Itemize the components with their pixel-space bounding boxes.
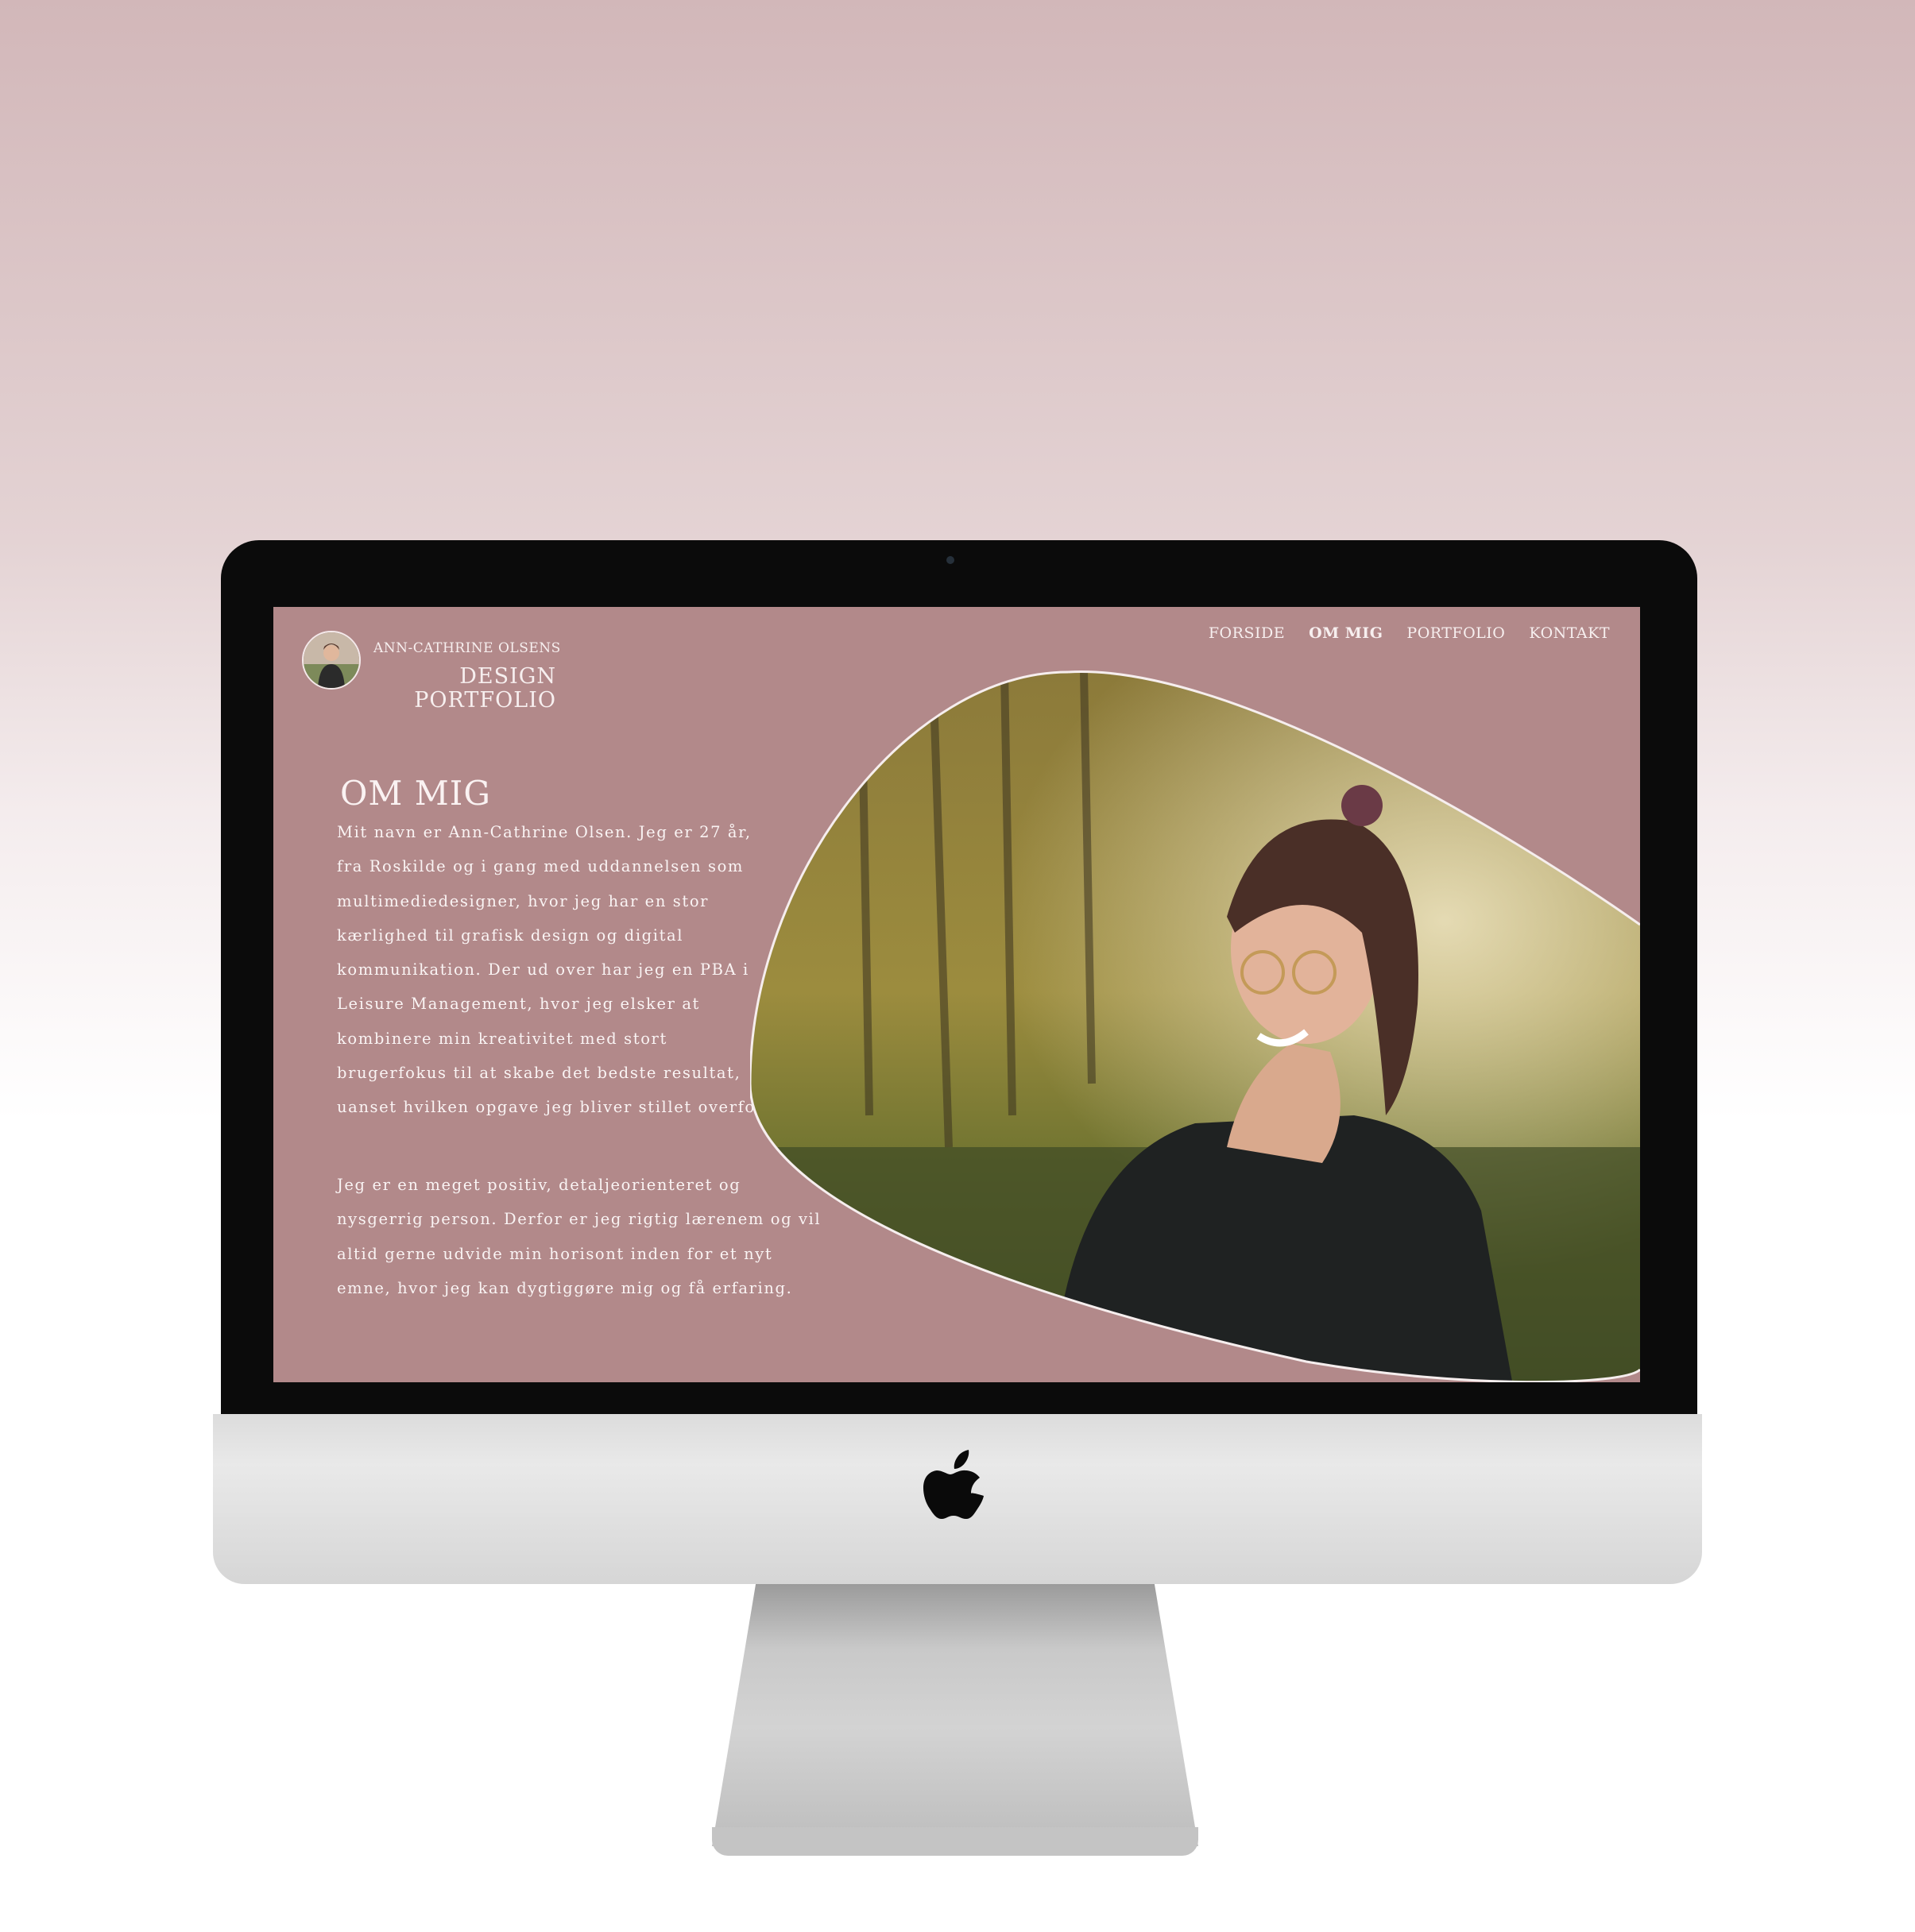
monitor-stand-base — [712, 1827, 1198, 1856]
nav-item-om-mig[interactable]: OM MIG — [1309, 624, 1383, 642]
brand-line-design: DESIGN — [459, 664, 556, 689]
imac-mockup: ANN-CATHRINE OLSENS DESIGN PORTFOLIO FOR… — [0, 0, 1915, 1932]
avatar — [302, 631, 361, 690]
page-title: OM MIG — [340, 774, 491, 813]
nav-item-kontakt[interactable]: KONTAKT — [1529, 624, 1610, 642]
portrait-photo — [750, 670, 1640, 1382]
website-screen: ANN-CATHRINE OLSENS DESIGN PORTFOLIO FOR… — [273, 607, 1640, 1382]
main-nav: FORSIDE OM MIG PORTFOLIO KONTAKT — [1209, 624, 1610, 642]
apple-logo-icon — [923, 1450, 984, 1519]
nav-item-portfolio[interactable]: PORTFOLIO — [1406, 624, 1505, 642]
brand-name: ANN-CATHRINE OLSENS — [373, 640, 561, 656]
avatar-photo-icon — [304, 632, 359, 688]
about-paragraph-1: Mit navn er Ann-Cathrine Olsen. Jeg er 2… — [337, 823, 769, 1117]
nav-item-forside[interactable]: FORSIDE — [1209, 624, 1285, 642]
monitor-stand — [712, 1584, 1198, 1846]
camera-dot — [946, 556, 954, 564]
brand-line-portfolio: PORTFOLIO — [414, 688, 556, 713]
